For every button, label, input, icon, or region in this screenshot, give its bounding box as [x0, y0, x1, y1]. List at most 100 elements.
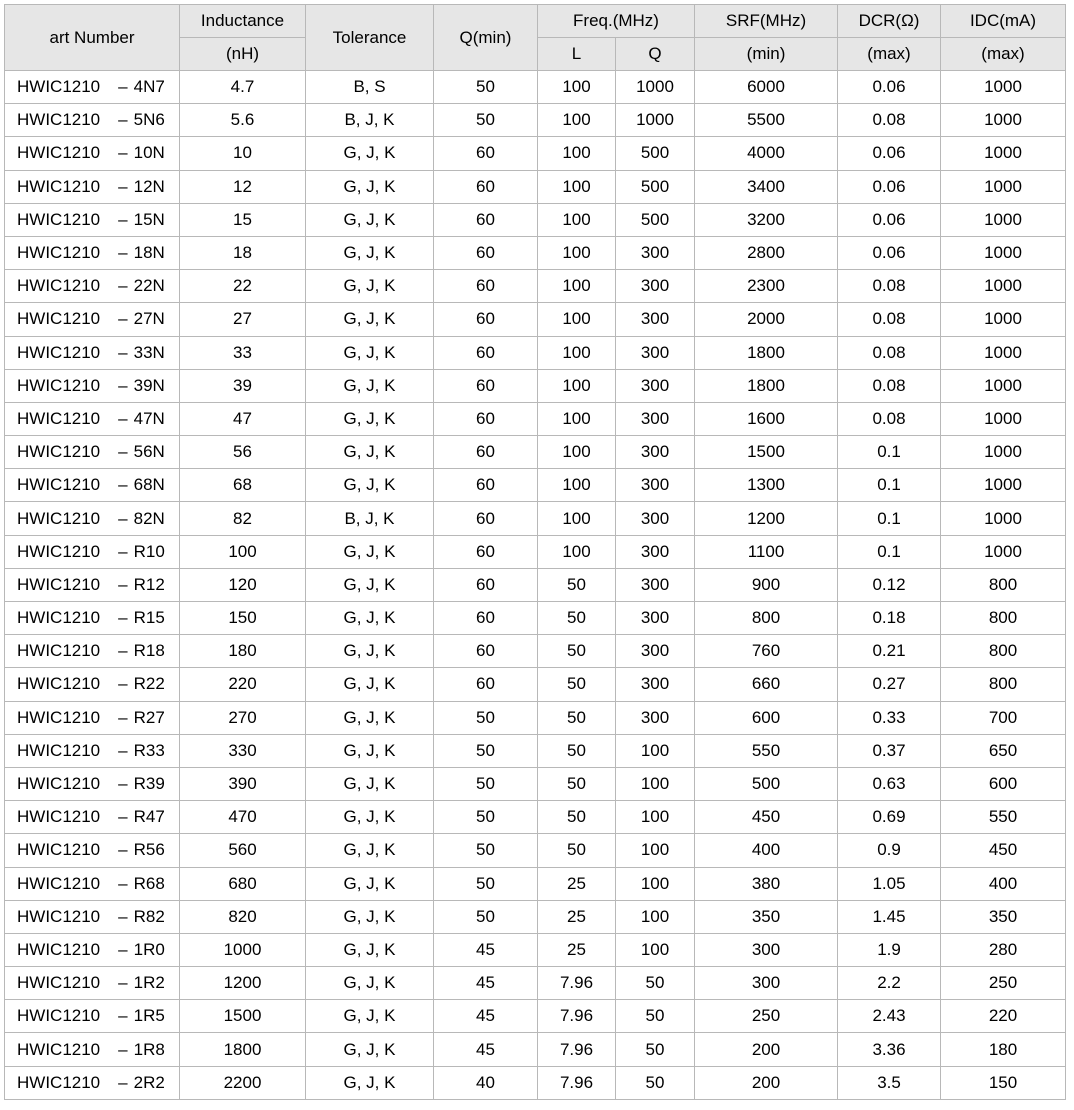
part-separator: –	[118, 508, 128, 528]
header-dcr: DCR(Ω)	[837, 4, 942, 38]
cell-tolerance: G, J, K	[305, 302, 434, 337]
cell-srf: 450	[694, 800, 839, 835]
cell-dcr: 0.9	[837, 833, 942, 868]
cell-q-min: 60	[433, 567, 538, 603]
part-prefix: HWIC1210	[17, 442, 101, 462]
cell-q-min: 60	[433, 468, 538, 503]
cell-freq-q: 300	[614, 468, 696, 503]
cell-srf: 500	[694, 766, 839, 802]
cell-idc: 400	[940, 866, 1067, 901]
cell-tolerance: G, J, K	[305, 600, 434, 636]
cell-part-number: HWIC1210–2R2	[4, 1065, 180, 1100]
cell-inductance: 4.7	[179, 69, 306, 105]
cell-freq-q: 50	[614, 1032, 696, 1067]
cell-freq-q: 500	[614, 202, 696, 237]
cell-freq-l: 100	[537, 269, 616, 304]
cell-inductance: 150	[179, 600, 306, 636]
part-prefix: HWIC1210	[17, 309, 101, 329]
cell-q-min: 45	[433, 999, 538, 1034]
cell-part-number: HWIC1210– R10	[4, 534, 180, 569]
cell-part-number: HWIC1210–56N	[4, 435, 180, 470]
cell-srf: 6000	[694, 69, 839, 105]
table-row: HWIC1210–15N 15 G, J, K 60 100 500 3200 0.06 100…	[4, 202, 1067, 237]
cell-q-min: 50	[433, 700, 538, 735]
cell-q-min: 60	[433, 401, 538, 437]
part-code: 47N	[133, 408, 165, 428]
cell-freq-q: 1000	[614, 69, 696, 105]
cell-dcr: 2.2	[837, 966, 942, 1001]
part-separator: –	[118, 774, 128, 794]
cell-inductance: 18	[179, 235, 306, 271]
table-header: art Number Inductance Tolerance Q(min) F…	[4, 4, 1067, 71]
cell-inductance: 5.6	[179, 103, 306, 138]
cell-freq-l: 100	[537, 136, 616, 171]
cell-freq-l: 100	[537, 435, 616, 470]
part-prefix: HWIC1210	[17, 973, 101, 993]
part-prefix: HWIC1210	[17, 740, 101, 760]
part-separator: –	[118, 375, 128, 395]
part-separator: –	[118, 309, 128, 329]
part-code: 82N	[133, 508, 165, 528]
header-freq: Freq.(MHz)	[536, 4, 696, 38]
part-code: R27	[133, 707, 165, 727]
part-code: 68N	[133, 475, 165, 495]
part-separator: –	[118, 243, 128, 263]
part-code: R47	[133, 807, 165, 827]
cell-inductance: 470	[179, 800, 306, 835]
cell-tolerance: G, J, K	[305, 700, 434, 735]
cell-freq-q: 300	[614, 600, 696, 636]
cell-srf: 2800	[694, 235, 839, 271]
cell-q-min: 50	[433, 733, 538, 768]
cell-inductance: 1000	[179, 932, 306, 968]
cell-idc: 600	[940, 766, 1067, 802]
cell-tolerance: G, J, K	[305, 567, 434, 603]
inductor-spec-table: art Number Inductance Tolerance Q(min) F…	[4, 4, 1067, 1100]
cell-freq-l: 100	[537, 401, 616, 437]
cell-q-min: 40	[433, 1065, 538, 1100]
cell-part-number: HWIC1210–1R0	[4, 932, 180, 968]
cell-part-number: HWIC1210–33N	[4, 335, 180, 370]
part-prefix: HWIC1210	[17, 143, 101, 163]
part-separator: –	[118, 608, 128, 628]
part-code: 5N6	[133, 110, 165, 130]
cell-freq-q: 50	[614, 1065, 696, 1100]
cell-dcr: 0.21	[837, 634, 942, 669]
part-prefix: HWIC1210	[17, 508, 101, 528]
cell-q-min: 60	[433, 335, 538, 370]
part-code: R33	[133, 740, 165, 760]
table-row: HWIC1210– R68 680 G, J, K 50 25 100 380 1.05 400	[4, 866, 1067, 901]
cell-idc: 700	[940, 700, 1067, 735]
cell-freq-l: 7.96	[537, 966, 616, 1001]
cell-srf: 300	[694, 966, 839, 1001]
cell-inductance: 39	[179, 368, 306, 403]
cell-part-number: HWIC1210– R12	[4, 567, 180, 603]
cell-freq-q: 100	[614, 899, 696, 934]
cell-freq-l: 100	[537, 69, 616, 105]
cell-part-number: HWIC1210– R18	[4, 634, 180, 669]
cell-inductance: 270	[179, 700, 306, 735]
cell-q-min: 50	[433, 899, 538, 934]
cell-freq-q: 500	[614, 136, 696, 171]
cell-dcr: 2.43	[837, 999, 942, 1034]
cell-freq-l: 100	[537, 103, 616, 138]
header-idc-unit: (max)	[940, 37, 1067, 71]
cell-dcr: 0.08	[837, 401, 942, 437]
part-separator: –	[118, 475, 128, 495]
cell-part-number: HWIC1210– R82	[4, 899, 180, 934]
cell-dcr: 0.08	[837, 335, 942, 370]
cell-q-min: 60	[433, 600, 538, 636]
header-inductance: Inductance	[179, 4, 306, 38]
part-code: 1R2	[133, 973, 165, 993]
cell-freq-q: 500	[614, 169, 696, 204]
table-row: HWIC1210–68N 68 G, J, K 60 100 300 1300 0.1 1000	[4, 468, 1067, 503]
cell-inductance: 10	[179, 136, 306, 171]
cell-part-number: HWIC1210–47N	[4, 401, 180, 437]
cell-idc: 220	[940, 999, 1067, 1034]
cell-dcr: 0.06	[837, 169, 942, 204]
cell-dcr: 0.63	[837, 766, 942, 802]
cell-srf: 1100	[694, 534, 839, 569]
part-separator: –	[118, 939, 128, 959]
part-prefix: HWIC1210	[17, 1072, 101, 1092]
part-separator: –	[118, 176, 128, 196]
cell-freq-q: 100	[614, 932, 696, 968]
